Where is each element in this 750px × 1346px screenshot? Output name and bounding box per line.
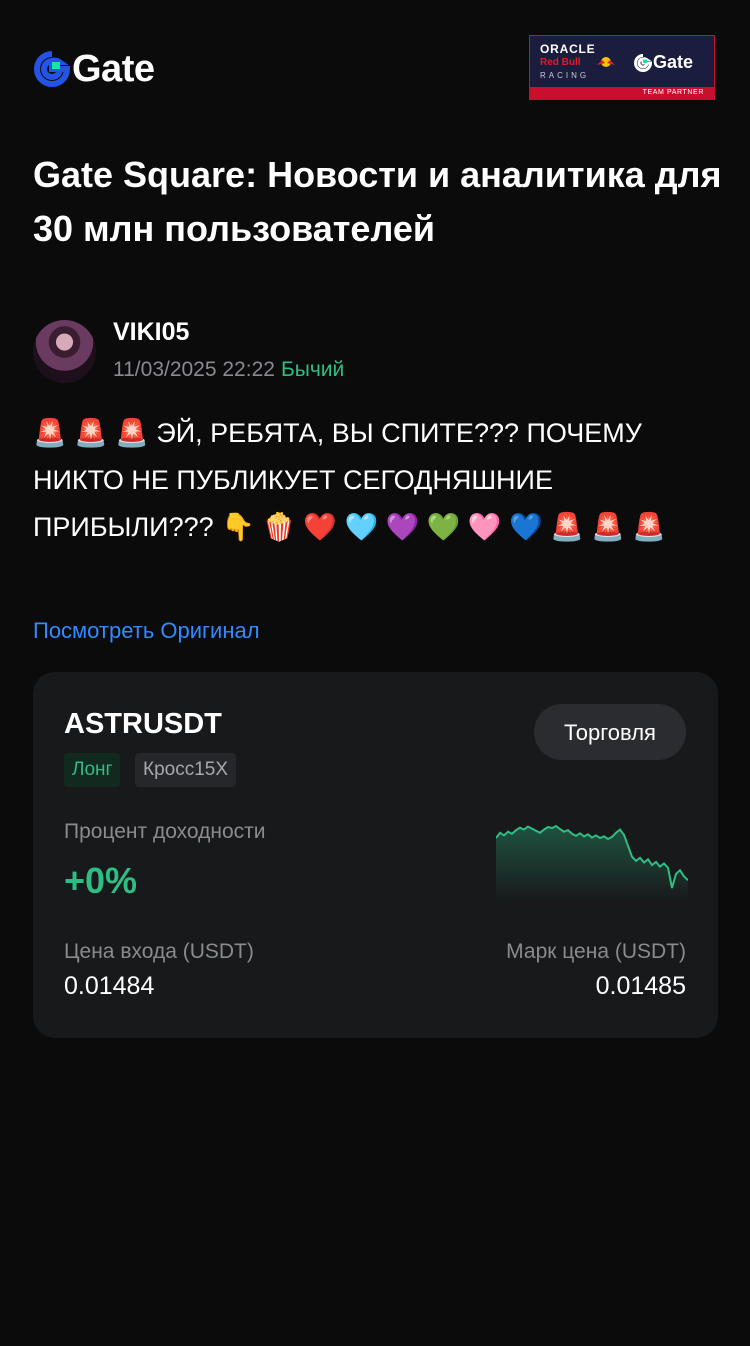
redbull-icon xyxy=(597,57,615,67)
header: Gate ORACLE Red Bull RACING Gate TEAM PA… xyxy=(0,0,750,130)
view-original-link[interactable]: Посмотреть Оригинал xyxy=(33,618,260,644)
post-meta: 11/03/2025 22:22 Бычий xyxy=(113,358,344,382)
gate-logo[interactable]: Gate xyxy=(34,48,155,90)
entry-price-value: 0.01484 xyxy=(64,972,155,1000)
gate-logo-icon xyxy=(34,51,70,87)
partner-strip: TEAM PARTNER xyxy=(530,87,714,99)
entry-price-label: Цена входа (USDT) xyxy=(64,940,254,963)
author-name[interactable]: VIKI05 xyxy=(113,318,189,347)
margin-tag: Кросс15X xyxy=(135,753,237,787)
price-sparkline xyxy=(496,824,688,902)
mark-price-label: Марк цена (USDT) xyxy=(506,940,686,963)
sentiment-badge: Бычий xyxy=(280,358,345,381)
yield-value: +0% xyxy=(64,860,138,901)
avatar[interactable] xyxy=(33,320,96,383)
yield-label: Процент доходности xyxy=(64,820,266,843)
partner-gate-text: Gate xyxy=(653,52,694,72)
trading-pair: ASTRUSDT xyxy=(64,708,222,740)
side-tag: Лонг xyxy=(64,753,121,787)
mark-price-value: 0.01485 xyxy=(595,972,686,1000)
team-partner-banner[interactable]: ORACLE Red Bull RACING Gate TEAM PARTNER xyxy=(529,35,715,100)
position-card[interactable]: ASTRUSDT Торговля Лонг Кросс15X Процент … xyxy=(33,672,718,1038)
post-body: 🚨 🚨 🚨 ЭЙ, РЕБЯТА, ВЫ СПИТЕ??? ПОЧЕМУ НИК… xyxy=(33,418,666,542)
post-timestamp: 11/03/2025 22:22 xyxy=(113,358,275,381)
oracle-wordmark: ORACLE xyxy=(540,42,596,56)
page-title: Gate Square: Новости и аналитика для 30 … xyxy=(33,154,722,249)
racing-wordmark: RACING xyxy=(540,71,590,80)
redbull-wordmark: Red Bull xyxy=(540,57,581,68)
gate-logo-text: Gate xyxy=(72,48,155,90)
partner-gate-logo: Gate xyxy=(634,52,693,73)
trade-button[interactable]: Торговля xyxy=(534,704,686,760)
gate-small-icon xyxy=(634,53,652,72)
